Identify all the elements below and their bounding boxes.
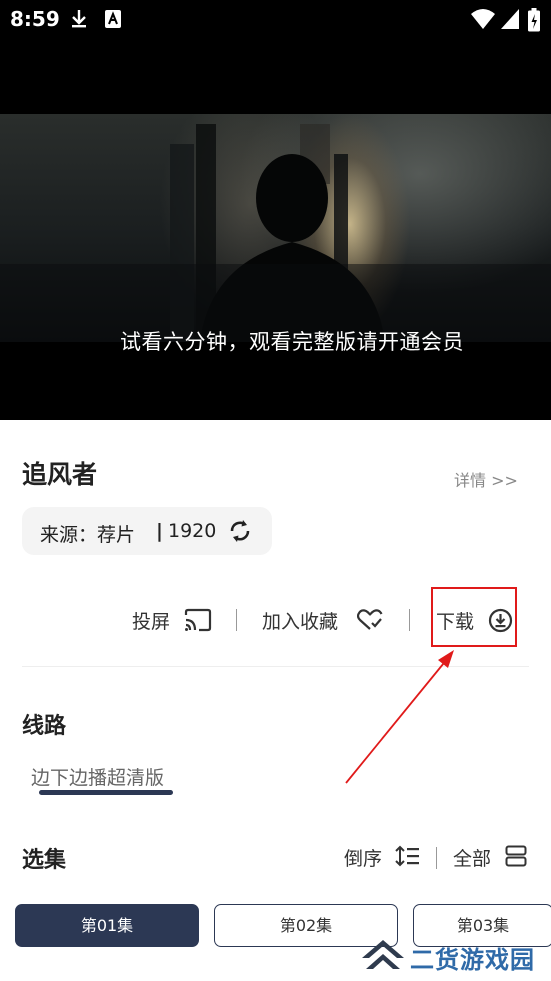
video-player[interactable]: 试看六分钟，观看完整版请开通会员 xyxy=(0,40,551,420)
watermark: 二货游戏园 xyxy=(360,932,551,981)
order-toggle[interactable]: 倒序 xyxy=(344,844,382,871)
status-bar: 8:59 xyxy=(0,0,551,40)
annotation-arrow xyxy=(345,650,454,784)
battery-icon xyxy=(528,8,540,32)
status-time: 8:59 xyxy=(10,7,60,31)
episode-header-divider xyxy=(436,847,437,869)
route-item[interactable]: 边下边播超清版 xyxy=(31,763,164,790)
download-notification-icon xyxy=(72,10,86,28)
download-highlight-box xyxy=(431,587,517,647)
video-scene-illustration xyxy=(0,124,551,342)
all-episodes-toggle[interactable]: 全部 xyxy=(453,844,491,871)
route-section-title: 线路 xyxy=(22,714,67,739)
wifi-icon xyxy=(471,9,495,29)
app-screen: 8:59 试看六分钟，观看完整版请开通会员 追风者 详情 >> 来源：荐片 | … xyxy=(0,0,551,981)
action-divider xyxy=(236,609,237,631)
watermark-logo-icon xyxy=(362,940,404,969)
refresh-icon[interactable] xyxy=(228,518,252,544)
episode-section-title: 选集 xyxy=(22,848,67,873)
cast-icon[interactable] xyxy=(184,608,212,632)
heart-icon[interactable] xyxy=(357,609,383,631)
source-selector[interactable]: 来源：荐片 | 1920 xyxy=(22,507,272,555)
route-selected-indicator xyxy=(39,790,173,795)
app-notification-icon xyxy=(105,10,121,28)
cast-label[interactable]: 投屏 xyxy=(132,607,170,634)
show-title: 追风者 xyxy=(22,460,98,489)
source-separator: | xyxy=(156,520,163,542)
source-value: 1920 xyxy=(168,520,217,542)
sort-icon[interactable] xyxy=(395,845,421,867)
video-frame xyxy=(0,114,551,342)
watermark-text: 二货游戏园 xyxy=(410,946,535,974)
source-label: 来源：荐片 xyxy=(40,524,136,546)
grid-icon[interactable] xyxy=(505,845,527,867)
episode-button-01[interactable]: 第01集 xyxy=(15,904,199,947)
action-divider xyxy=(409,609,410,631)
favorite-label[interactable]: 加入收藏 xyxy=(262,607,338,634)
signal-icon xyxy=(501,9,519,29)
video-subtitle: 试看六分钟，观看完整版请开通会员 xyxy=(120,330,464,354)
details-link[interactable]: 详情 >> xyxy=(454,467,518,491)
